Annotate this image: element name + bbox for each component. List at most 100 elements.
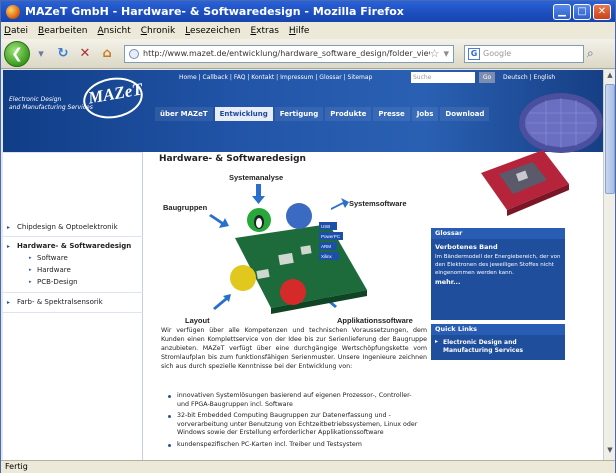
chip-label-usb: USB <box>321 224 330 229</box>
glossar-header: Glossar <box>431 228 565 239</box>
leftnav-item-farb-spektralsensorik[interactable]: Farb- & Spektralsensorik <box>17 298 103 306</box>
scrollbar-thumb[interactable] <box>605 84 615 194</box>
nav-presse[interactable]: Presse <box>373 107 410 121</box>
main-navigation: über MAZeT Entwicklung Fertigung Produkt… <box>155 107 491 121</box>
quicklinks-box: Quick Links Electronic Design and Manufa… <box>431 324 565 360</box>
logo-tagline: Electronic Design and Manufacturing Serv… <box>9 96 93 112</box>
menu-extras[interactable]: Extras <box>250 26 278 36</box>
page-title: Hardware- & Softwaredesign <box>159 154 306 164</box>
language-switch[interactable]: Deutsch | English <box>503 74 555 81</box>
logo-tagline-line2: and Manufacturing Services <box>9 104 93 111</box>
qnx-icon <box>286 203 312 229</box>
menu-ansicht[interactable]: Ansicht <box>98 26 131 36</box>
reload-icon: ↻ <box>57 46 69 61</box>
stop-icon: ✕ <box>79 46 91 61</box>
search-bar[interactable]: G Google <box>464 44 584 63</box>
navigation-toolbar: ❮ ▾ ↻ ✕ ⌂ http://www.mazet.de/entwicklun… <box>1 39 615 69</box>
title-bar: MAZeT GmbH - Hardware- & Softwaredesign … <box>1 1 615 22</box>
menu-hilfe[interactable]: Hilfe <box>289 26 310 36</box>
glossar-box: Glossar Verbotenes Band Im Bändermodell … <box>431 228 565 320</box>
search-placeholder[interactable]: Google <box>483 49 511 58</box>
leftnav-item-hardware-softwaredesign[interactable]: Hardware- & Softwaredesign <box>17 242 131 250</box>
scroll-down-icon[interactable]: ▼ <box>605 446 615 458</box>
menu-bearbeiten[interactable]: Bearbeiten <box>38 26 87 36</box>
page-content: MAZeT Electronic Design and Manufacturin… <box>3 70 603 460</box>
back-arrow-icon: ❮ <box>11 45 23 62</box>
software-logo-icon <box>230 265 256 291</box>
quicklinks-header: Quick Links <box>431 324 565 335</box>
url-dropdown-icon[interactable]: ▾ <box>443 47 449 60</box>
chip-label-powerpc: PowerPC <box>321 234 341 239</box>
list-item: innovativen Systemlösungen basierend auf… <box>167 392 423 409</box>
minimize-button[interactable]: ▁ <box>553 3 571 20</box>
stop-button[interactable]: ✕ <box>76 45 94 63</box>
scroll-up-icon[interactable]: ▲ <box>605 71 615 83</box>
leftnav-subarrow-icon: ▸ <box>29 255 32 261</box>
home-button[interactable]: ⌂ <box>98 45 116 63</box>
application-logo-icon <box>280 279 306 305</box>
leftnav-arrow-icon: ▸ <box>7 243 11 250</box>
google-engine-icon[interactable]: G <box>468 47 480 60</box>
leftnav-divider <box>3 152 143 153</box>
search-magnifier-icon[interactable]: ⌕ <box>587 46 594 61</box>
label-applikationssoftware: Applikationssoftware <box>337 316 413 325</box>
chip-label-xilinx: Xilinx <box>321 254 333 259</box>
menu-bar: Datei Bearbeiten Ansicht Chronik Lesezei… <box>1 22 615 39</box>
back-button[interactable]: ❮ <box>4 40 30 67</box>
status-bar: Fertig <box>1 460 615 473</box>
menu-chronik[interactable]: Chronik <box>141 26 175 36</box>
label-layout: Layout <box>185 316 210 325</box>
leftnav-subarrow-icon: ▸ <box>29 267 32 273</box>
nav-fertigung[interactable]: Fertigung <box>274 107 324 121</box>
leftnav-divider <box>3 292 143 293</box>
bookmark-star-icon[interactable]: ☆ <box>430 47 440 60</box>
list-item: kundenspezifischen PC-Karten incl. Treib… <box>167 441 423 450</box>
top-links[interactable]: Home | Callback | FAQ | Kontakt | Impres… <box>179 74 372 81</box>
chip-wafer-image <box>481 93 603 216</box>
quicklink-ems[interactable]: Electronic Design and Manufacturing Serv… <box>431 335 565 355</box>
leftnav-item-chipdesign[interactable]: Chipdesign & Optoelektronik <box>17 223 118 231</box>
browser-window: MAZeT GmbH - Hardware- & Softwaredesign … <box>0 0 616 473</box>
glossar-more-link[interactable]: mehr... <box>431 277 565 287</box>
site-identity-icon[interactable] <box>129 48 139 59</box>
leftnav-sub-pcb-design[interactable]: PCB-Design <box>37 278 78 286</box>
vertical-scrollbar[interactable]: ▲ ▼ <box>603 70 615 460</box>
site-search-input[interactable]: Suche <box>411 72 475 83</box>
firefox-icon <box>6 4 20 19</box>
leftnav-divider <box>3 312 143 313</box>
home-icon: ⌂ <box>102 46 112 61</box>
reload-button[interactable]: ↻ <box>54 45 72 63</box>
leftnav-divider <box>3 236 143 237</box>
linux-penguin-belly <box>256 218 262 228</box>
nav-jobs[interactable]: Jobs <box>411 107 439 121</box>
chevron-down-icon: ▾ <box>38 47 44 60</box>
intro-paragraph: Wir verfügen über alle Kompetenzen und t… <box>161 327 427 370</box>
nav-uber-mazet[interactable]: über MAZeT <box>155 107 213 121</box>
leftnav-sub-software[interactable]: Software <box>37 254 68 262</box>
leftnav-arrow-icon: ▸ <box>7 299 11 306</box>
menu-datei[interactable]: Datei <box>4 26 28 36</box>
site-search-go-button[interactable]: Go <box>479 72 495 83</box>
list-item: 32-bit Embedded Computing Baugruppen zur… <box>167 412 423 438</box>
nav-produkte[interactable]: Produkte <box>325 107 372 121</box>
window-title: MAZeT GmbH - Hardware- & Softwaredesign … <box>25 5 404 18</box>
maximize-button[interactable]: □ <box>573 3 591 20</box>
forward-dropdown[interactable]: ▾ <box>32 45 50 63</box>
glossar-term[interactable]: Verbotenes Band <box>431 239 565 251</box>
logo-tagline-line1: Electronic Design <box>9 96 62 103</box>
label-systemsoftware: Systemsoftware <box>349 199 407 208</box>
leftnav-subarrow-icon: ▸ <box>29 279 32 285</box>
competence-list: innovativen Systemlösungen basierend auf… <box>167 392 423 452</box>
chip-label-arm: ARM <box>321 244 331 249</box>
url-text[interactable]: http://www.mazet.de/entwicklung/hardware… <box>143 49 430 58</box>
label-systemanalyse: Systemanalyse <box>229 173 283 182</box>
label-baugruppen: Baugruppen <box>163 203 208 212</box>
leftnav-sub-hardware[interactable]: Hardware <box>37 266 71 274</box>
nav-entwicklung[interactable]: Entwicklung <box>214 107 273 121</box>
close-button[interactable]: ✕ <box>593 3 611 20</box>
menu-lesezeichen[interactable]: Lesezeichen <box>185 26 240 36</box>
left-navigation: ▸ Chipdesign & Optoelektronik ▸ Hardware… <box>3 152 143 460</box>
glossar-text: Im Bändermodell der Energiebereich, der … <box>435 254 561 276</box>
url-bar[interactable]: http://www.mazet.de/entwicklung/hardware… <box>124 44 454 63</box>
leftnav-arrow-icon: ▸ <box>7 224 11 231</box>
